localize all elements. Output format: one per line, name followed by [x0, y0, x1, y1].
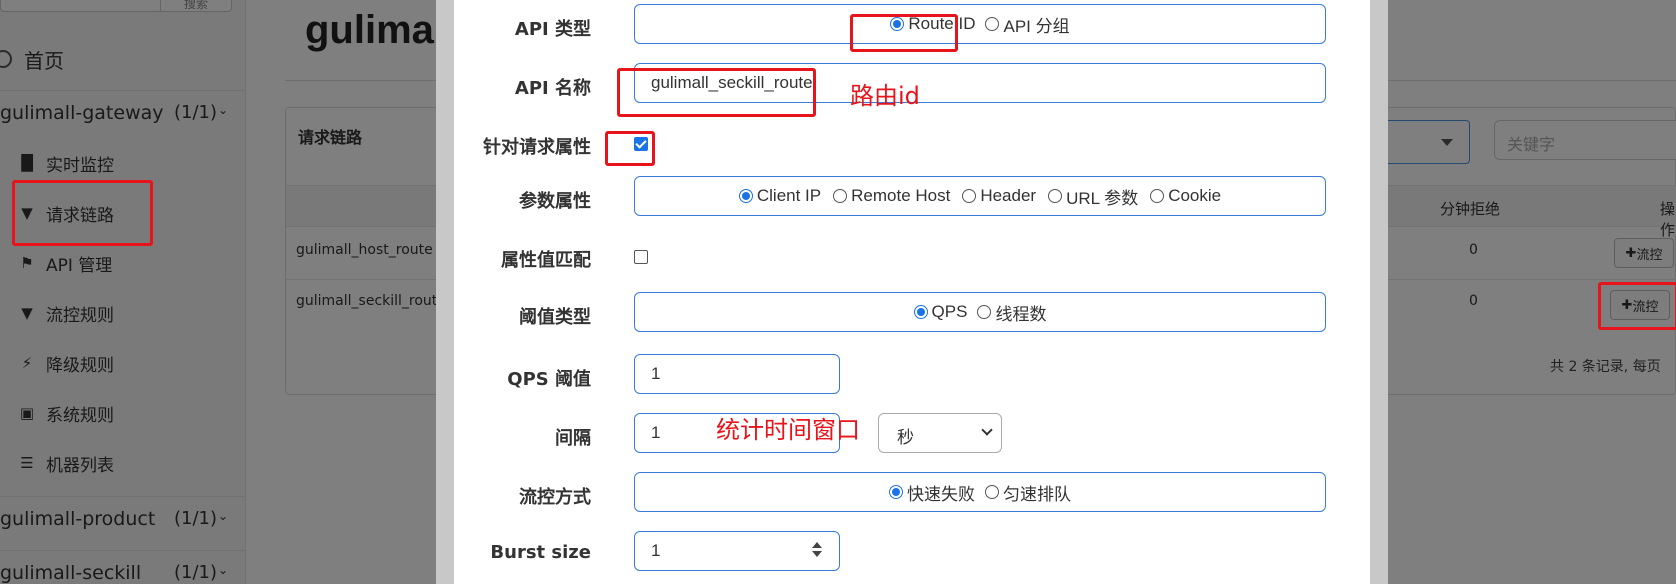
interval-unit-select[interactable]: 秒 [878, 413, 1002, 453]
highlight-api-name [617, 68, 816, 117]
radio-fail-fast[interactable]: 快速失败 [889, 480, 975, 505]
radio-remote-host[interactable]: Remote Host [833, 186, 950, 206]
highlight-flow-button [1598, 282, 1676, 330]
attr-match-label: 属性值匹配 [501, 250, 591, 271]
api-name-label: API 名称 [514, 78, 591, 99]
number-spinner-icon[interactable] [811, 542, 823, 560]
burst-size-row: Burst size 1 [454, 531, 1370, 581]
request-attr-label: 针对请求属性 [483, 137, 591, 158]
control-mode-row: 流控方式 快速失败 匀速排队 [454, 472, 1370, 522]
param-attr-label: 参数属性 [519, 191, 591, 212]
radio-url-param[interactable]: URL 参数 [1048, 184, 1138, 209]
radio-icon [1048, 189, 1063, 203]
radio-icon [889, 485, 903, 499]
threshold-type-label: 阈值类型 [519, 307, 591, 328]
attr-match-row: 属性值匹配 [454, 235, 1370, 285]
radio-qps[interactable]: QPS [913, 302, 967, 322]
highlight-route-id [850, 14, 958, 52]
param-attr-row: 参数属性 Client IP Remote Host Header URL 参数… [454, 176, 1370, 226]
attr-match-checkbox[interactable] [634, 250, 648, 264]
radio-icon [962, 189, 977, 203]
radio-rate-limiter[interactable]: 匀速排队 [985, 480, 1071, 505]
chevron-down-icon [981, 424, 993, 436]
radio-icon [913, 305, 928, 319]
burst-size-input[interactable]: 1 [634, 531, 840, 571]
qps-threshold-input[interactable]: 1 [634, 354, 840, 394]
radio-icon [1150, 189, 1165, 203]
radio-api-group[interactable]: API 分组 [985, 12, 1070, 37]
radio-icon [985, 17, 1000, 31]
interval-label: 间隔 [555, 428, 591, 449]
radio-icon [738, 189, 753, 203]
highlight-request-chain [12, 180, 153, 246]
api-type-label: API 类型 [514, 19, 591, 40]
control-mode-label: 流控方式 [519, 487, 591, 508]
radio-thread-count[interactable]: 线程数 [977, 300, 1046, 325]
request-attr-row: 针对请求属性 [454, 122, 1370, 172]
radio-icon [833, 189, 848, 203]
param-attr-radio-group: Client IP Remote Host Header URL 参数 Cook… [634, 176, 1326, 216]
radio-header[interactable]: Header [962, 186, 1036, 206]
threshold-type-row: 阈值类型 QPS 线程数 [454, 292, 1370, 342]
radio-client-ip[interactable]: Client IP [738, 186, 821, 206]
annotation-stat-window: 统计时间窗口 [716, 416, 860, 444]
interval-row: 间隔 1 秒 [454, 413, 1370, 463]
api-type-radio-group: Route ID API 分组 [634, 4, 1326, 44]
control-mode-radio-group: 快速失败 匀速排队 [634, 472, 1326, 512]
qps-threshold-row: QPS 阈值 1 [454, 354, 1370, 404]
radio-icon [977, 305, 992, 319]
radio-icon [985, 485, 999, 499]
annotation-route-id: 路由id [850, 82, 920, 110]
highlight-request-attr [605, 131, 655, 166]
qps-threshold-label: QPS 阈值 [507, 369, 591, 390]
burst-size-label: Burst size [490, 542, 591, 563]
radio-cookie[interactable]: Cookie [1150, 186, 1221, 206]
threshold-type-radio-group: QPS 线程数 [634, 292, 1326, 332]
